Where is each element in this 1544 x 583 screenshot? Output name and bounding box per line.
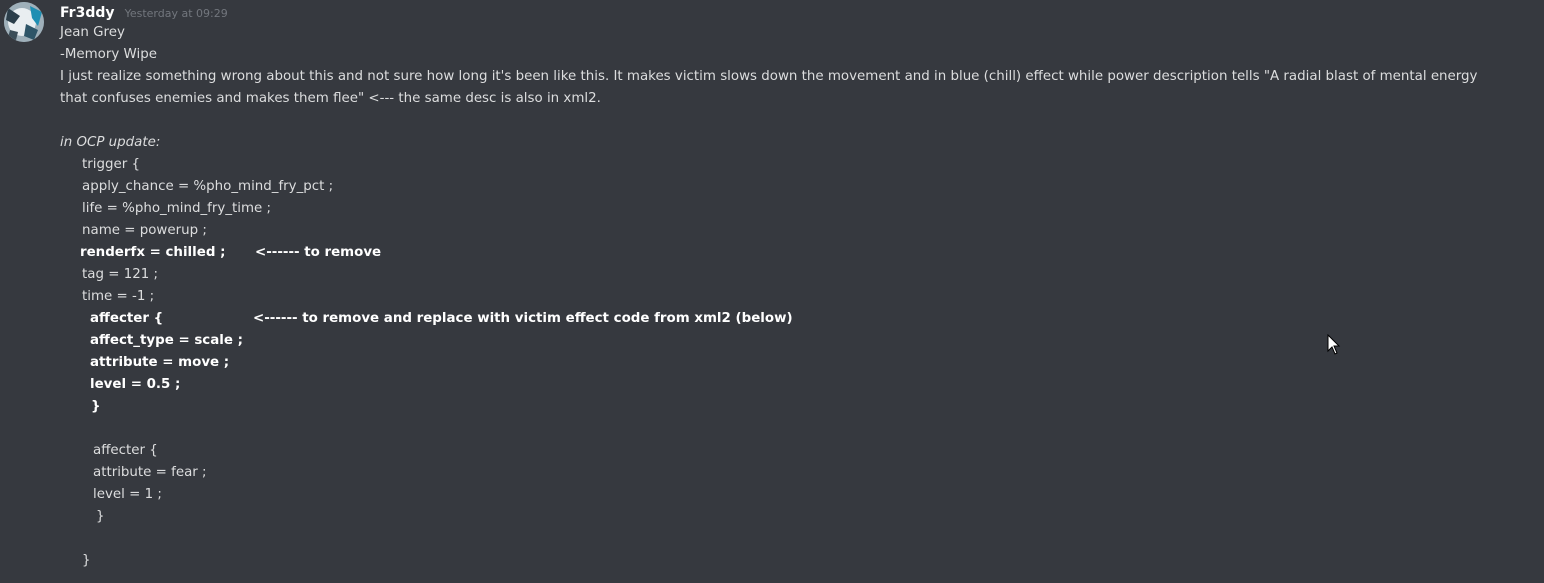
- text-line: -Memory Wipe: [60, 47, 157, 62]
- code-line-bold: renderfx = chilled ; <------ to remove: [60, 242, 1520, 264]
- code-line: }: [82, 553, 91, 568]
- code-text-bold: affecter {: [90, 311, 164, 326]
- code-text-bold: affect_type = scale ;: [90, 333, 243, 348]
- annotation-note: <------ to remove and replace with victi…: [253, 311, 793, 326]
- code-line: }: [96, 509, 105, 524]
- text-line-italic: in OCP update:: [60, 135, 161, 150]
- code-line-bold: affecter { <------ to remove and replace…: [60, 308, 1520, 330]
- text-paragraph: I just realize something wrong about thi…: [60, 69, 1478, 106]
- annotation-note: <------ to remove: [255, 245, 382, 260]
- code-line: apply_chance = %pho_mind_fry_pct ;: [82, 179, 334, 194]
- code-line-bold: attribute = move ;: [60, 352, 1520, 374]
- text-line: Jean Grey: [60, 25, 125, 40]
- message-content: Jean Grey -Memory Wipe I just realize so…: [60, 22, 1520, 572]
- code-text-bold: renderfx = chilled ;: [80, 245, 226, 260]
- code-line: name = powerup ;: [82, 223, 207, 238]
- code-line: attribute = fear ;: [93, 465, 207, 480]
- code-line: tag = 121 ;: [82, 267, 159, 282]
- code-text-bold: }: [91, 399, 101, 414]
- code-line: life = %pho_mind_fry_time ;: [82, 201, 272, 216]
- code-line: trigger {: [82, 157, 140, 172]
- code-line: level = 1 ;: [93, 487, 162, 502]
- code-line: time = -1 ;: [82, 289, 155, 304]
- code-line-bold: affect_type = scale ;: [60, 330, 1520, 352]
- code-text-bold: level = 0.5 ;: [90, 377, 181, 392]
- avatar-image-icon: [4, 2, 44, 42]
- username[interactable]: Fr3ddy: [60, 5, 114, 21]
- chat-message: Fr3ddy Yesterday at 09:29 Jean Grey -Mem…: [0, 0, 1544, 583]
- code-line-bold: level = 0.5 ;: [60, 374, 1520, 396]
- user-avatar[interactable]: [4, 2, 44, 42]
- mouse-pointer-icon: [1327, 334, 1341, 355]
- timestamp[interactable]: Yesterday at 09:29: [125, 7, 228, 20]
- code-text-bold: attribute = move ;: [90, 355, 230, 370]
- code-line-bold: }: [60, 396, 1520, 418]
- code-line: affecter {: [93, 443, 158, 458]
- message-header: Fr3ddy Yesterday at 09:29: [60, 2, 228, 22]
